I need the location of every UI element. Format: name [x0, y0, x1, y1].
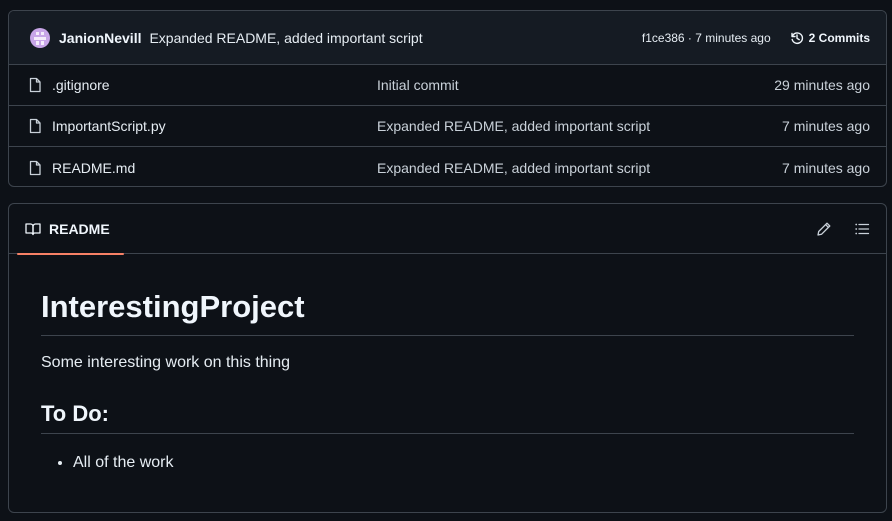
file-commit-time: 7 minutes ago: [782, 159, 870, 176]
file-row[interactable]: .gitignore Initial commit 29 minutes ago: [9, 65, 886, 106]
file-commit-message[interactable]: Initial commit: [377, 77, 774, 93]
outline-button[interactable]: [854, 221, 870, 237]
readme-header: README: [9, 204, 886, 255]
commits-count: 2 Commits: [808, 30, 870, 45]
commits-button[interactable]: 2 Commits: [789, 30, 870, 46]
readme-actions: [816, 221, 870, 237]
list-item: All of the work: [73, 454, 854, 472]
file-name[interactable]: .gitignore: [52, 77, 377, 93]
list-icon: [855, 223, 870, 234]
file-browser: JanionNevill Expanded README, added impo…: [8, 10, 887, 187]
file-row[interactable]: README.md Expanded README, added importa…: [9, 147, 886, 186]
file-icon: [29, 118, 41, 134]
history-icon: [790, 31, 803, 44]
commit-author[interactable]: JanionNevill: [59, 30, 141, 46]
file-icon: [29, 160, 41, 175]
readme-subheading: To Do:: [41, 400, 854, 435]
tab-readme[interactable]: README: [17, 204, 124, 255]
edit-button[interactable]: [816, 221, 832, 237]
file-commit-time: 29 minutes ago: [774, 77, 870, 93]
commit-message[interactable]: Expanded README, added important script: [149, 30, 422, 46]
file-name[interactable]: README.md: [52, 160, 377, 176]
latest-commit-bar: JanionNevill Expanded README, added impo…: [9, 11, 886, 65]
readme-content: InterestingProject Some interesting work…: [9, 254, 886, 472]
commit-sha-time[interactable]: f1ce386 · 7 minutes ago: [642, 31, 771, 45]
avatar[interactable]: [30, 27, 50, 48]
readme-paragraph: Some interesting work on this thing: [41, 353, 291, 371]
file-commit-time: 7 minutes ago: [782, 118, 870, 134]
readme-tab-label: README: [49, 220, 110, 237]
file-commit-message[interactable]: Expanded README, added important script: [377, 118, 782, 134]
readme-title: InterestingProject: [41, 288, 854, 336]
file-icon: [29, 77, 41, 93]
file-commit-message[interactable]: Expanded README, added important script: [377, 160, 782, 176]
file-row[interactable]: ImportantScript.py Expanded README, adde…: [9, 106, 886, 147]
file-name[interactable]: ImportantScript.py: [52, 118, 377, 134]
book-icon: [25, 222, 41, 235]
readme-panel: README InterestingProject Some interesti: [8, 203, 887, 513]
todo-list: All of the work: [41, 454, 854, 472]
pencil-icon: [817, 222, 831, 236]
